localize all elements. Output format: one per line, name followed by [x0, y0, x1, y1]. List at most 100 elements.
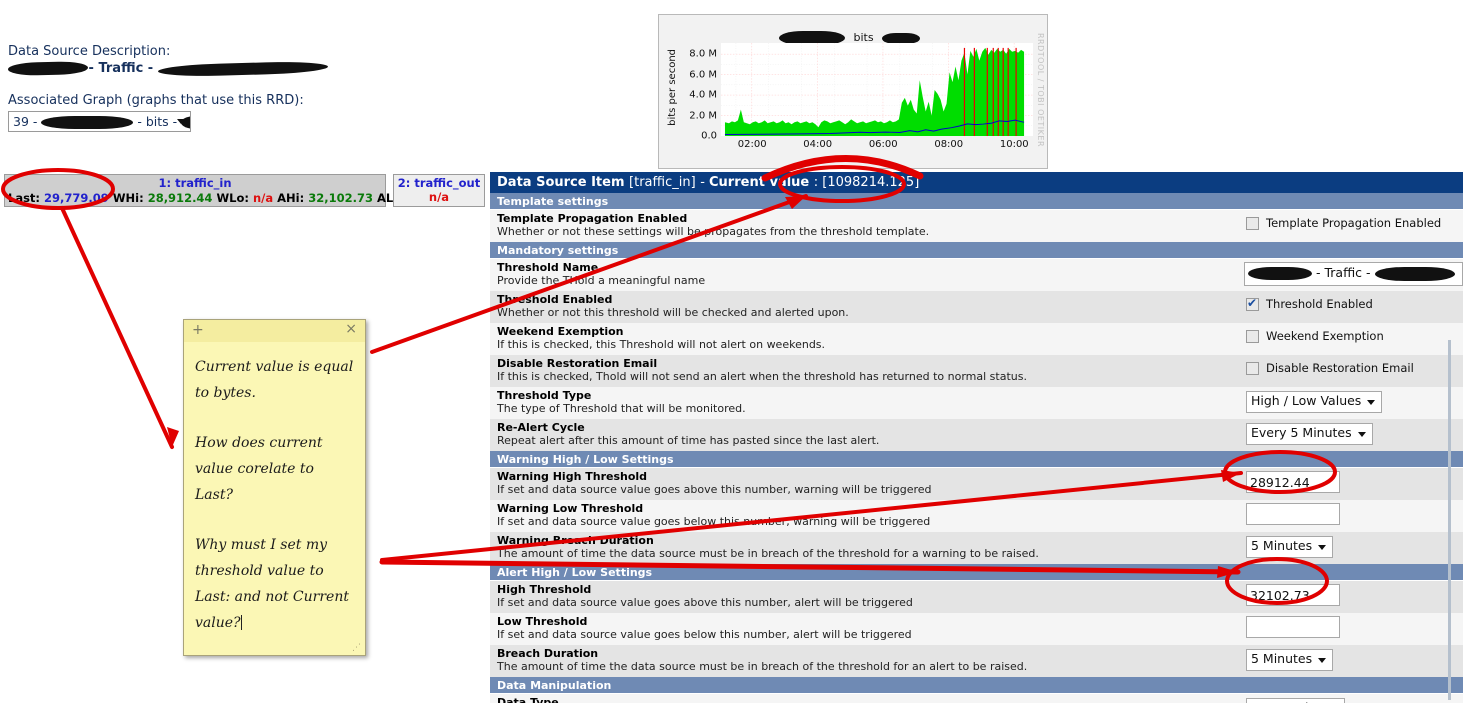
breach-duration-select[interactable]: 5 Minutes: [1246, 649, 1334, 671]
high-threshold-input[interactable]: [1246, 584, 1340, 606]
field-desc: If this is checked, this Threshold will …: [497, 338, 826, 351]
field-name: Threshold Enabled: [497, 293, 613, 306]
disable-restoration-email-checkbox[interactable]: Disable Restoration Email: [1246, 358, 1463, 375]
breach-duration-value: 5 Minutes: [1251, 651, 1313, 666]
associated-graph-select[interactable]: 39 - - bits -: [8, 111, 191, 132]
associated-graph-prefix: 39 -: [13, 114, 38, 129]
threshold-settings-panel: Data Source Item [traffic_in] - Current …: [490, 172, 1463, 703]
graph-ytick: 6.0 M: [689, 69, 717, 81]
row-realert-cycle: Re-Alert Cycle Repeat alert after this a…: [490, 419, 1463, 451]
checkbox-icon[interactable]: [1246, 329, 1259, 343]
add-note-icon[interactable]: +: [192, 322, 204, 338]
data-source-description-value: - Traffic -: [7, 60, 478, 83]
legend-value-last: 29,779.09: [44, 191, 109, 205]
panel-title: Data Source Item [traffic_in] - Current …: [490, 172, 1463, 193]
row-label-cell: Threshold Name Provide the THold a meani…: [490, 259, 1240, 291]
checkbox-checked-icon[interactable]: [1246, 296, 1259, 311]
panel-title-strong: Data Source Item: [497, 175, 625, 190]
associated-graph-middle: - bits -: [137, 114, 178, 129]
close-icon[interactable]: ×: [345, 321, 357, 337]
legend-label-ahi: AHi:: [277, 191, 305, 205]
screen: Data Source Description: - Traffic - Ass…: [0, 0, 1463, 703]
vertical-scrollbar[interactable]: [1448, 340, 1451, 700]
row-label-cell: Low Threshold If set and data source val…: [490, 613, 1242, 645]
field-name: Data Type: [497, 696, 559, 703]
row-control-cell: [1242, 581, 1463, 606]
warning-breach-duration-value: 5 Minutes: [1251, 538, 1313, 553]
chevron-down-icon: [1318, 545, 1327, 550]
chevron-down-icon: [1357, 432, 1366, 437]
row-control-cell: - Traffic -: [1240, 259, 1463, 286]
panel-title-separator: -: [700, 175, 710, 190]
chevron-down-icon: [1367, 400, 1376, 405]
legend-label-last: Last:: [8, 191, 41, 205]
annotation-arrowhead: [167, 427, 179, 447]
field-desc: Provide the THold a meaningful name: [497, 274, 706, 287]
data-source-legend-traffic-in[interactable]: 1: traffic_in Last: 29,779.09 WHi: 28,91…: [4, 174, 430, 207]
row-label-cell: Breach Duration The amount of time the d…: [490, 645, 1242, 677]
graph-xtick: 10:00: [999, 139, 1029, 150]
checkbox-label: Template Propagation Enabled: [1266, 216, 1442, 230]
data-source-description-block: Data Source Description: - Traffic - Ass…: [7, 44, 478, 132]
field-desc: Repeat alert after this amount of time h…: [497, 434, 880, 447]
row-control-cell: Weekend Exemption: [1242, 323, 1463, 343]
weekend-exemption-checkbox[interactable]: Weekend Exemption: [1246, 326, 1463, 343]
section-mandatory-settings: Mandatory settings: [490, 242, 1463, 259]
warning-breach-duration-select[interactable]: 5 Minutes: [1246, 536, 1334, 558]
row-label-cell: Warning Low Threshold If set and data so…: [490, 500, 1242, 532]
data-source-tab-traffic-out[interactable]: 2: traffic_out n/a: [393, 174, 485, 207]
section-template-settings: Template settings: [490, 193, 1463, 210]
template-propagation-checkbox[interactable]: Template Propagation Enabled: [1246, 213, 1463, 230]
field-name: Low Threshold: [497, 615, 588, 628]
tab2-value: n/a: [428, 190, 450, 204]
row-control-cell: 5 Minutes: [1242, 645, 1463, 671]
field-name: Breach Duration: [497, 647, 599, 660]
field-desc: The amount of time the data source must …: [497, 547, 1039, 560]
row-label-cell: High Threshold If set and data source va…: [490, 581, 1242, 613]
row-low-threshold: Low Threshold If set and data source val…: [490, 613, 1463, 645]
threshold-type-value: High / Low Values: [1251, 393, 1362, 408]
legend-label-whi: WHi:: [112, 191, 144, 205]
threshold-name-input[interactable]: - Traffic -: [1244, 262, 1463, 286]
warning-high-threshold-input[interactable]: [1246, 471, 1340, 493]
row-label-cell: Data Type Special formatting for the giv…: [490, 694, 1242, 703]
sticky-note-body[interactable]: Current value is equal to bytes. How doe…: [184, 342, 365, 636]
data-type-select[interactable]: Exact Value: [1246, 698, 1346, 703]
field-desc: If this is checked, Thold will not send …: [497, 370, 1027, 383]
section-data-manipulation: Data Manipulation: [490, 677, 1463, 694]
legend-label-wlo: WLo:: [216, 191, 249, 205]
associated-graph-label: Associated Graph (graphs that use this R…: [8, 93, 304, 108]
row-label-cell: Re-Alert Cycle Repeat alert after this a…: [490, 419, 1242, 451]
field-name: Threshold Type: [497, 389, 592, 402]
row-control-cell: High / Low Values: [1242, 387, 1463, 413]
rrd-graph: bits RRDTOOL / TOBI OETIKER bits per sec…: [658, 14, 1048, 169]
warning-low-threshold-input[interactable]: [1246, 503, 1340, 525]
data-source-description-label: Data Source Description:: [8, 44, 171, 59]
field-name: High Threshold: [497, 583, 592, 596]
resize-grip-icon[interactable]: ⋰: [352, 643, 362, 653]
legend-value-ahi: 32,102.73: [308, 191, 373, 205]
threshold-enabled-checkbox[interactable]: Threshold Enabled: [1246, 294, 1463, 311]
checkbox-icon[interactable]: [1246, 216, 1259, 230]
field-name: Threshold Name: [497, 261, 599, 274]
row-data-type: Data Type Special formatting for the giv…: [490, 694, 1463, 703]
realert-cycle-select[interactable]: Every 5 Minutes: [1246, 423, 1373, 445]
legend-title: 1: traffic_in: [158, 176, 232, 190]
chevron-down-icon: [1318, 658, 1327, 663]
sticky-note[interactable]: + × Current value is equal to bytes. How…: [183, 319, 366, 656]
row-control-cell: Disable Restoration Email: [1242, 355, 1463, 375]
graph-xtick: 04:00: [803, 139, 833, 150]
row-control-cell: [1242, 500, 1463, 525]
field-name: Disable Restoration Email: [497, 357, 658, 370]
graph-ytick: 2.0 M: [689, 110, 717, 122]
field-desc: The amount of time the data source must …: [497, 660, 1028, 673]
threshold-type-select[interactable]: High / Low Values: [1246, 391, 1383, 413]
checkbox-icon[interactable]: [1246, 361, 1259, 375]
row-disable-restoration-email: Disable Restoration Email If this is che…: [490, 355, 1463, 387]
field-name: Warning Breach Duration: [497, 534, 654, 547]
row-threshold-name: Threshold Name Provide the THold a meani…: [490, 259, 1463, 291]
low-threshold-input[interactable]: [1246, 616, 1340, 638]
row-control-cell: Template Propagation Enabled: [1242, 210, 1463, 230]
field-desc: Whether or not this threshold will be ch…: [497, 306, 849, 319]
checkbox-label: Threshold Enabled: [1266, 297, 1373, 311]
